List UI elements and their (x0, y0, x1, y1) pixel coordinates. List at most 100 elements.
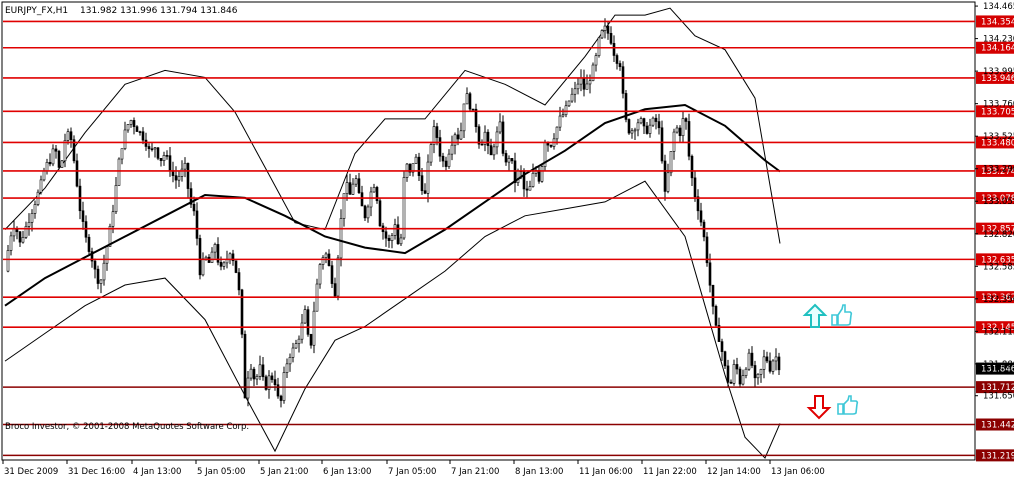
thumbs-down-icon (837, 395, 859, 415)
candle-body (777, 356, 781, 371)
x-tick-label: 11 Jan 06:00 (579, 467, 633, 477)
candle-body (459, 130, 463, 140)
candle-body (468, 93, 472, 110)
candle-body (393, 224, 397, 236)
candle-body (165, 155, 169, 157)
candle-body (729, 381, 733, 384)
candle-body (12, 228, 16, 237)
candle-body (423, 190, 427, 194)
candle-body (507, 158, 511, 163)
candle-body (687, 121, 691, 157)
candle-body (663, 160, 667, 192)
x-tick-label: 31 Dec 16:00 (68, 467, 125, 477)
candle-body (126, 124, 130, 131)
level-tag-label: 131.219 (981, 451, 1014, 461)
candle-body (666, 172, 670, 192)
candle-body (537, 170, 541, 182)
chart-header-symbol: EURJPY_FX,H1 (5, 6, 68, 16)
candle-body (612, 43, 616, 56)
candle-body (465, 93, 469, 105)
candle-body (285, 363, 289, 373)
candle-body (396, 224, 400, 245)
candle-body (306, 309, 310, 335)
candle-body (129, 120, 133, 125)
x-tick-label: 8 Jan 13:00 (515, 467, 563, 477)
candle-body (387, 237, 391, 241)
level-tag-label: 134.164 (981, 44, 1014, 54)
y-tick-label: 132.820 (983, 230, 1014, 240)
level-tag-label: 134.354 (981, 17, 1014, 27)
candle-body (699, 210, 703, 223)
candle-body (561, 114, 565, 117)
candle-body (726, 365, 730, 383)
candle-body (300, 322, 304, 340)
candle-body (657, 121, 661, 129)
candle-body (567, 100, 571, 107)
candle-body (762, 356, 766, 370)
candle-body (630, 130, 634, 134)
upper-band-line (4, 7, 781, 244)
candle-body (330, 265, 334, 284)
x-tick-label: 11 Jan 22:00 (643, 467, 697, 477)
candle-body (450, 144, 454, 155)
price-chart[interactable]: 134.354134.164133.946133.705133.480133.2… (0, 0, 1014, 479)
candle-body (756, 373, 760, 379)
candle-body (444, 160, 448, 167)
candle-body (720, 341, 724, 352)
candle-body (18, 231, 22, 243)
candle-body (477, 126, 481, 145)
candle-body (153, 147, 157, 150)
candle-body (93, 260, 97, 270)
candle-body (615, 55, 619, 64)
candle-body (87, 236, 91, 252)
candle-body (21, 237, 25, 243)
candle-body (117, 158, 121, 186)
candle-body (747, 352, 751, 370)
candle-body (57, 150, 61, 168)
candle-body (195, 210, 199, 239)
candle-body (309, 334, 313, 346)
candle-body (243, 333, 247, 399)
candle-body (582, 77, 586, 90)
arrow-up-icon (802, 303, 828, 328)
candle-body (360, 192, 364, 207)
candle-body (336, 257, 340, 297)
candle-body (141, 131, 145, 141)
arrow-down-icon (806, 395, 832, 420)
candle-body (6, 250, 10, 272)
candle-body (525, 188, 529, 191)
plot-area-frame (1, 1, 976, 461)
candle-body (237, 272, 241, 291)
candle-body (42, 170, 46, 181)
candle-body (453, 134, 457, 146)
candle-body (345, 182, 349, 194)
candle-body (318, 264, 322, 285)
candle-body (690, 155, 694, 179)
candle-body (270, 375, 274, 380)
candle-body (228, 253, 232, 260)
candle-body (321, 257, 325, 265)
candle-body (735, 364, 739, 370)
candle-body (294, 343, 298, 349)
candle-body (573, 88, 577, 95)
y-tick-label: 133.525 (983, 132, 1014, 142)
candle-body (162, 155, 166, 161)
candle-body (711, 284, 715, 307)
level-tag-label: 131.442 (981, 421, 1014, 431)
candle-body (198, 238, 202, 276)
candle-body (324, 253, 328, 258)
candle-body (246, 377, 250, 399)
candle-body (540, 166, 544, 182)
candle-body (288, 357, 292, 365)
candle-body (645, 125, 649, 134)
candle-body (603, 25, 607, 31)
lower-band-line (4, 180, 781, 459)
candle-body (501, 121, 505, 154)
y-tick-label: 134.465 (983, 2, 1014, 12)
candle-body (60, 160, 64, 168)
candle-body (510, 158, 514, 162)
candle-body (549, 144, 553, 147)
candle-body (594, 55, 598, 66)
y-tick-label: 133.290 (983, 165, 1014, 175)
candle-body (774, 356, 778, 362)
